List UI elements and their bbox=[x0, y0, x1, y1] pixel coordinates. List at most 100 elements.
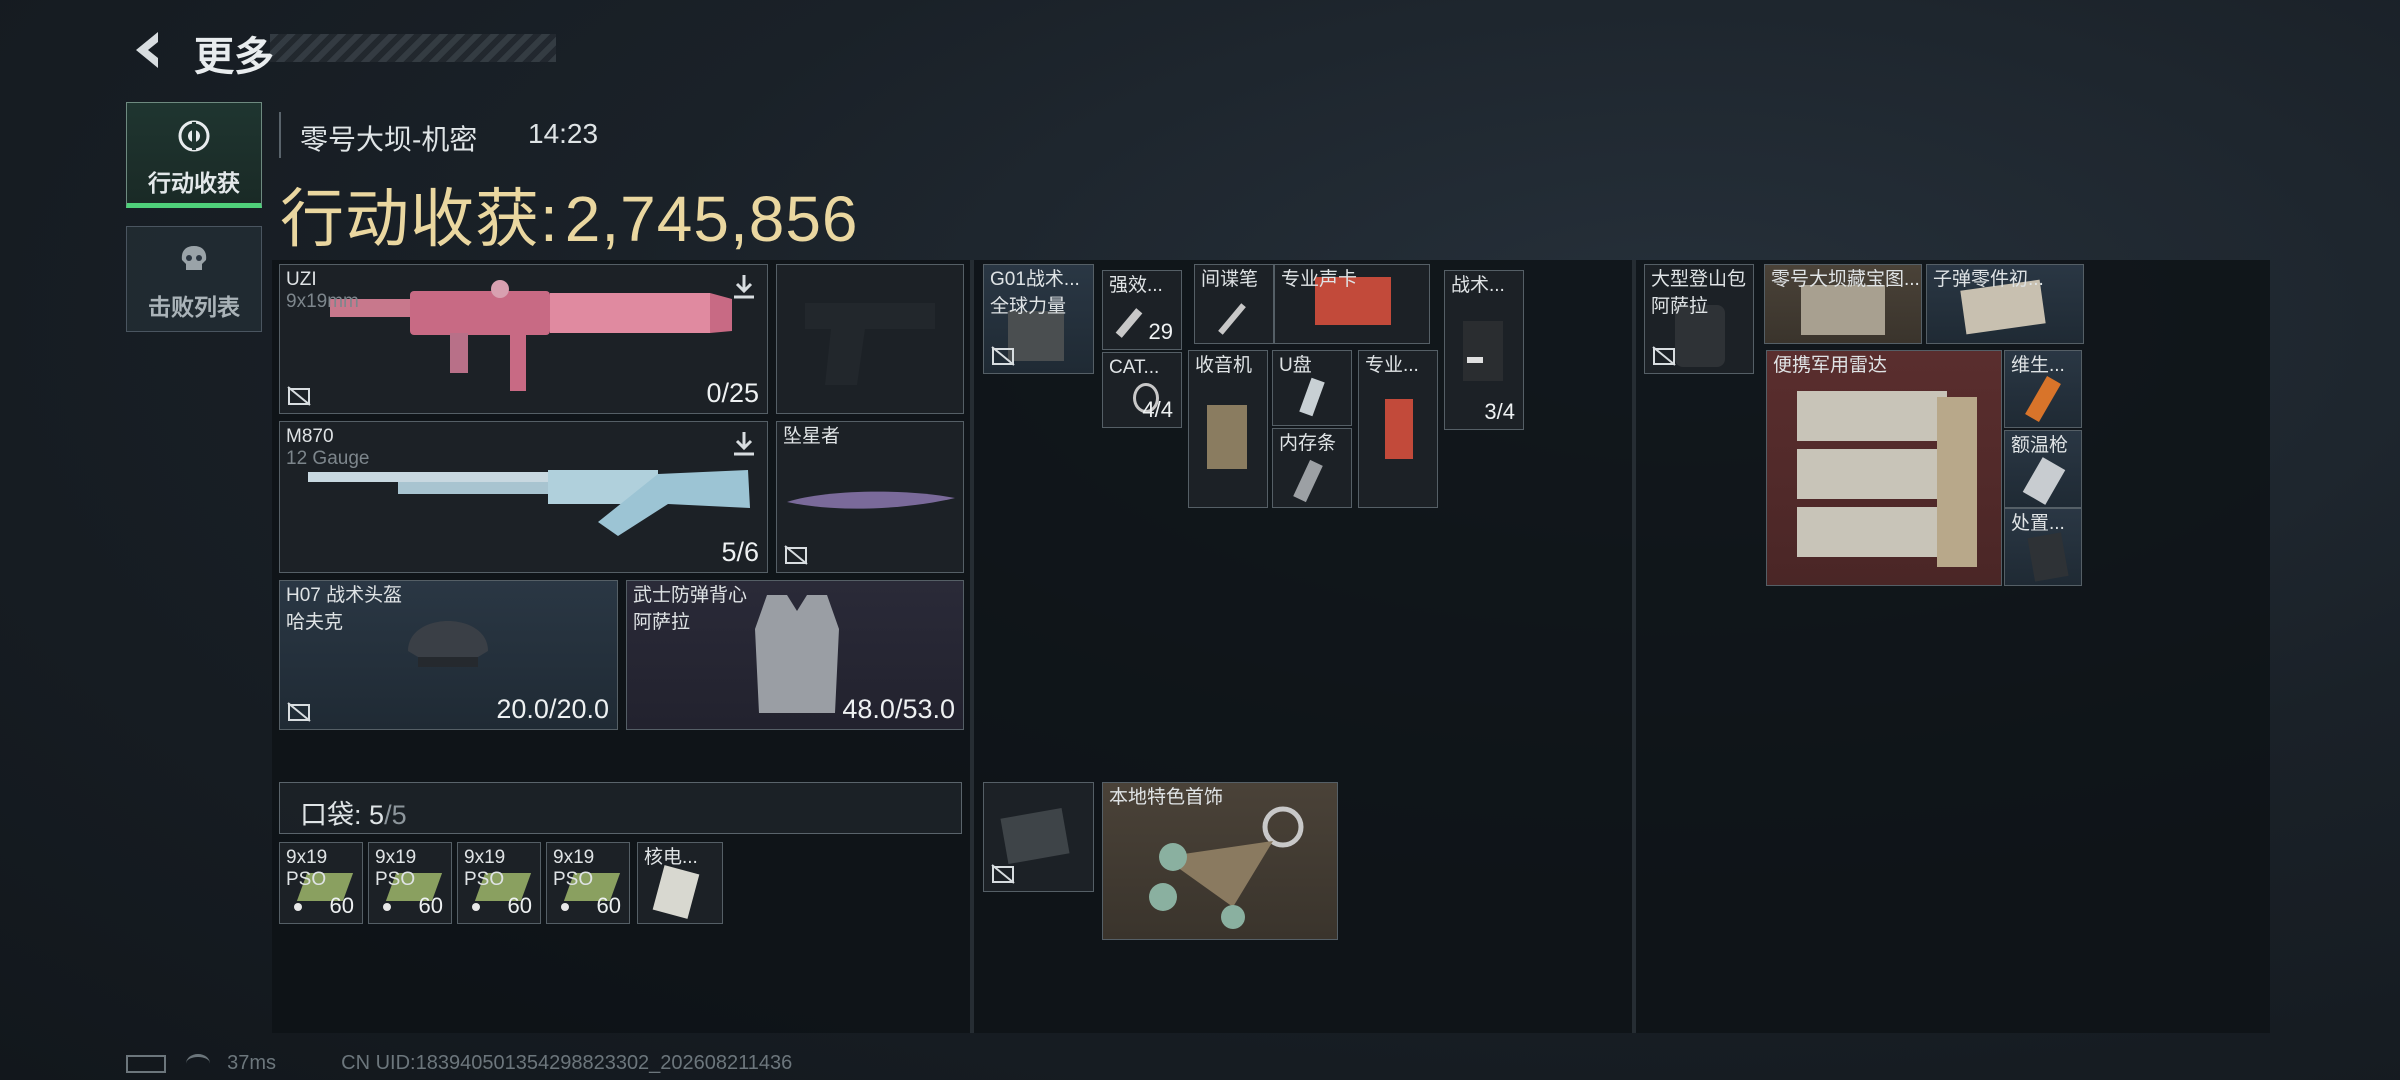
eye-target-icon bbox=[178, 120, 210, 152]
item-name: 9x19 bbox=[553, 847, 595, 868]
wifi-icon bbox=[185, 1054, 210, 1073]
unsecured-icon bbox=[784, 545, 808, 565]
ammo-dot-icon bbox=[294, 903, 302, 911]
pocket-capacity: 口袋: 5/5 bbox=[300, 793, 407, 832]
chevron-left-icon bbox=[136, 32, 158, 68]
ammo-count: 0/25 bbox=[706, 378, 759, 408]
ammo-dot-icon bbox=[472, 903, 480, 911]
backpack-item[interactable]: 处置... bbox=[2004, 508, 2082, 586]
status-bar: 37ms CN UID:18394050135429882330​2_20260… bbox=[126, 1052, 792, 1075]
rig-item[interactable]: 专业声卡 bbox=[1274, 264, 1430, 344]
weapon-slot-secondary[interactable]: M870 12 Gauge 5/6 bbox=[279, 421, 768, 573]
pocket-item[interactable]: 核电... bbox=[637, 842, 723, 924]
backpack-item[interactable]: 维生... bbox=[2004, 350, 2082, 428]
item-name: 核电... bbox=[644, 847, 698, 868]
item-name: 本地特色首饰 bbox=[1109, 787, 1224, 808]
rig-item[interactable]: U盘 bbox=[1272, 350, 1352, 426]
item-name: CAT... bbox=[1109, 357, 1160, 378]
rig-item[interactable]: 内存条 bbox=[1272, 428, 1352, 508]
column-divider bbox=[1632, 260, 1636, 1033]
item-name: 处置... bbox=[2011, 513, 2065, 534]
reward-total: 行动收获:2,745,856 bbox=[280, 168, 859, 260]
vest-durability: 48.0/53.0 bbox=[842, 694, 955, 724]
rig-item[interactable]: 间谍笔 bbox=[1194, 264, 1274, 344]
item-name: 强效... bbox=[1109, 275, 1163, 296]
item-name: 战术... bbox=[1451, 275, 1505, 296]
radar-image bbox=[1797, 391, 1977, 567]
pocket-item[interactable]: 9x19 PSO 60 bbox=[457, 842, 541, 924]
item-name: 子弹零件初... bbox=[1933, 269, 2044, 290]
item-sub: PSO bbox=[286, 869, 327, 890]
unsecured-icon bbox=[991, 346, 1015, 366]
item-sub: PSO bbox=[375, 869, 416, 890]
pen-image bbox=[1218, 303, 1246, 335]
item-name: 9x19 bbox=[375, 847, 417, 868]
page-title: 更多 bbox=[194, 35, 274, 79]
pocket-item[interactable]: 9x19 PSO 60 bbox=[546, 842, 630, 924]
usb-drive-image bbox=[1299, 377, 1325, 417]
unsecured-icon bbox=[287, 386, 311, 406]
tab-kills[interactable]: 击败列表 bbox=[126, 226, 262, 332]
back-button[interactable] bbox=[128, 28, 172, 72]
jewelry-image bbox=[1149, 806, 1304, 929]
item-count: 60 bbox=[507, 893, 532, 918]
item-name: 9x19 bbox=[286, 847, 328, 868]
rig-name: G01战术... bbox=[990, 269, 1080, 290]
reward-value: 2,745,856 bbox=[564, 183, 859, 255]
pocket-header: 口袋: 5/5 bbox=[279, 782, 962, 834]
divider bbox=[279, 112, 281, 158]
user-uid: CN UID:18394050135429882330​2_2026082114… bbox=[341, 1052, 793, 1074]
chest-rig-slot[interactable]: G01战术... 全球力量 bbox=[983, 264, 1094, 374]
pistol-silhouette-icon bbox=[805, 303, 935, 385]
rig-item[interactable]: CAT... 4/4 bbox=[1102, 352, 1182, 428]
pocket-item[interactable]: 9x19 PSO 60 bbox=[368, 842, 452, 924]
item-name: 零号大坝藏宝图... bbox=[1771, 269, 1920, 290]
case-slot[interactable] bbox=[983, 782, 1094, 892]
rig-item[interactable]: 强效... 29 bbox=[1102, 270, 1182, 350]
item-name: 内存条 bbox=[1279, 433, 1337, 454]
ram-stick-image bbox=[1293, 459, 1323, 503]
column-divider bbox=[970, 260, 974, 1033]
weapon-caliber: 9x19mm bbox=[286, 291, 359, 312]
helmet-durability: 20.0/20.0 bbox=[496, 694, 609, 724]
backpack-item[interactable]: 子弹零件初... bbox=[1926, 264, 2084, 344]
backpack-item[interactable]: 额温枪 bbox=[2004, 430, 2082, 508]
body-armor-image bbox=[755, 595, 839, 713]
vest-brand: 阿萨拉 bbox=[633, 612, 691, 633]
helmet-slot[interactable]: H07 战术头盔 哈夫克 20.0/20.0 bbox=[279, 580, 618, 730]
pistol-slot-empty[interactable] bbox=[776, 264, 964, 414]
item-count: 4/4 bbox=[1142, 397, 1173, 422]
item-name: U盘 bbox=[1279, 355, 1312, 376]
vest-slot[interactable]: 武士防弹背心 阿萨拉 48.0/53.0 bbox=[626, 580, 964, 730]
ammo-dot-icon bbox=[561, 903, 569, 911]
weapon-name: UZI bbox=[286, 269, 317, 290]
helmet-name: H07 战术头盔 bbox=[286, 585, 403, 606]
charm-slot[interactable]: 本地特色首饰 bbox=[1102, 782, 1338, 940]
document-image bbox=[652, 865, 700, 919]
weapon-slot-primary[interactable]: UZI 9x19mm 0/25 bbox=[279, 264, 768, 414]
unsecured-icon bbox=[1652, 346, 1676, 366]
ammo-dot-icon bbox=[383, 903, 391, 911]
ping: 37ms bbox=[227, 1052, 277, 1074]
melee-slot[interactable]: 坠星者 bbox=[776, 421, 964, 573]
item-name: 间谍笔 bbox=[1201, 269, 1259, 290]
map-name: 零号大坝-机密 bbox=[300, 124, 478, 155]
backpack-slot[interactable]: 大型登山包 阿萨拉 bbox=[1644, 264, 1754, 374]
melee-name: 坠星者 bbox=[783, 426, 841, 447]
title-decoration bbox=[270, 34, 556, 62]
rig-item[interactable]: 收音机 bbox=[1188, 350, 1268, 508]
tab-loot[interactable]: 行动收获 bbox=[126, 102, 262, 208]
rig-item[interactable]: 战术... 3/4 bbox=[1444, 270, 1524, 430]
item-name: 便携军用雷达 bbox=[1773, 355, 1888, 376]
backpack-item[interactable]: 零号大坝藏宝图... bbox=[1764, 264, 1922, 344]
match-time: 14:23 bbox=[528, 118, 599, 149]
knife-image bbox=[787, 491, 955, 509]
item-sub: PSO bbox=[464, 869, 505, 890]
pocket-item[interactable]: 9x19 PSO 60 bbox=[279, 842, 363, 924]
backpack-item[interactable]: 便携军用雷达 bbox=[1766, 350, 2002, 586]
rig-brand: 全球力量 bbox=[990, 296, 1067, 317]
rig-item[interactable]: 专业... bbox=[1358, 350, 1438, 508]
backpack-brand: 阿萨拉 bbox=[1651, 296, 1709, 317]
item-name: 专业... bbox=[1365, 355, 1419, 376]
unsecured-icon bbox=[991, 864, 1015, 884]
